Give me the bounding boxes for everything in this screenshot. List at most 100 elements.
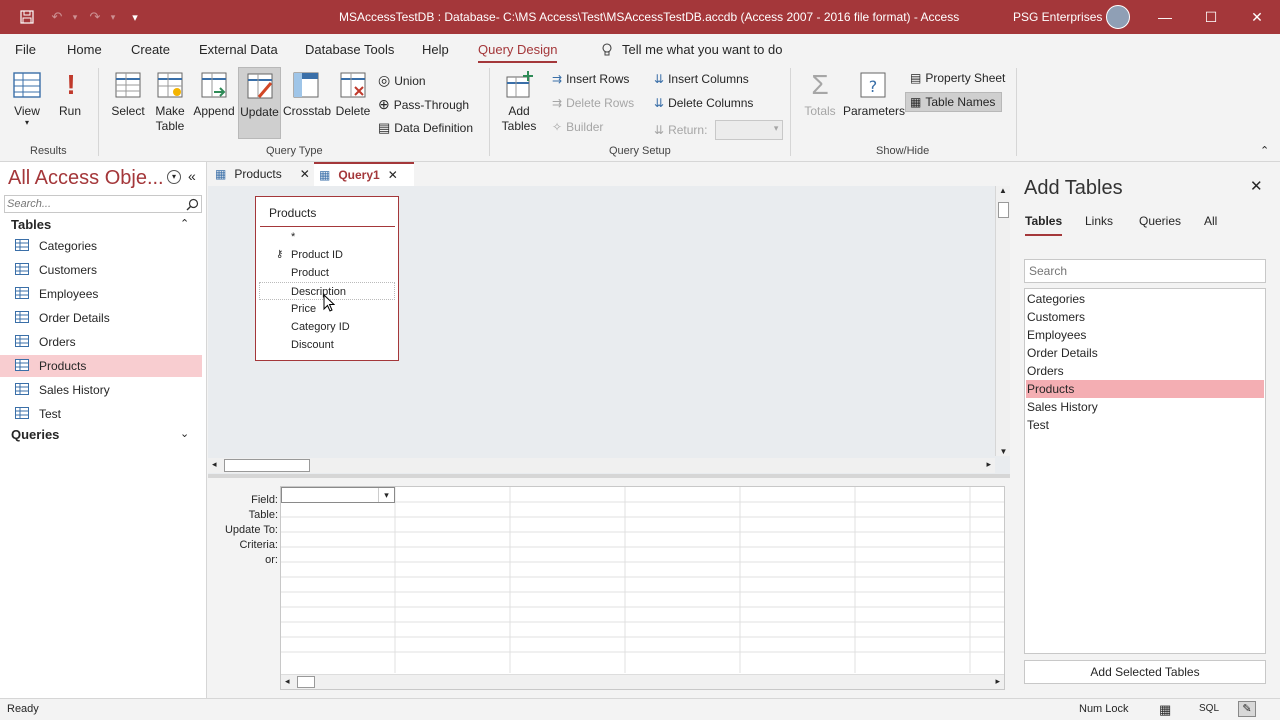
undo-icon[interactable]: ↶ <box>48 8 66 26</box>
property-sheet-button[interactable]: ▤ Property Sheet <box>910 71 1005 85</box>
pane-table-item[interactable]: Categories <box>1026 290 1264 308</box>
delete-query-button[interactable]: Delete <box>333 70 373 118</box>
collapse-ribbon-icon[interactable]: ⌃ <box>1260 144 1269 157</box>
chevron-down-icon[interactable]: ⌄ <box>180 427 189 440</box>
save-icon[interactable] <box>18 8 36 26</box>
parameters-button[interactable]: ? Parameters <box>843 70 905 118</box>
scroll-down-icon[interactable]: ▼ <box>996 447 1011 456</box>
query-design-area[interactable]: Products * ⚷ Product ID Product Description P… <box>208 186 1010 476</box>
builder-button[interactable]: ✧ Builder <box>552 120 603 134</box>
nav-table-item[interactable]: Employees <box>0 283 202 305</box>
redo-dropdown-icon[interactable]: ▾ <box>104 8 122 26</box>
pass-through-button[interactable]: ⊕ Pass-Through <box>378 96 469 113</box>
vertical-scrollbar[interactable]: ▲ ▼ <box>995 186 1010 456</box>
horizontal-scrollbar[interactable]: ◂ ▸ <box>208 458 995 473</box>
doc-tab-query1[interactable]: ▦ Query1 ✕ <box>314 162 414 186</box>
queries-header[interactable]: Queries <box>11 427 59 442</box>
insert-rows-button[interactable]: ⇉ Insert Rows <box>552 72 629 86</box>
nav-menu-icon[interactable]: ▾ <box>167 170 181 184</box>
close-pane-icon[interactable]: ✕ <box>1250 177 1263 195</box>
scroll-thumb[interactable] <box>998 202 1009 218</box>
field-item[interactable]: Category ID <box>256 318 396 336</box>
data-definition-button[interactable]: ▤ Data Definition <box>378 120 473 136</box>
close-window-icon[interactable]: ✕ <box>1234 0 1280 34</box>
field-dropdown[interactable]: ▾ <box>281 487 395 503</box>
tab-query-design[interactable]: Query Design <box>478 42 558 63</box>
pane-table-item[interactable]: Sales History <box>1026 398 1264 416</box>
tab-create[interactable]: Create <box>131 42 170 57</box>
pane-tab-all[interactable]: All <box>1204 214 1217 228</box>
field-item[interactable]: Product <box>256 264 396 282</box>
nav-table-item[interactable]: Customers <box>0 259 202 281</box>
add-selected-tables-button[interactable]: Add Selected Tables <box>1024 660 1266 684</box>
add-tables-button[interactable]: Add Tables <box>500 70 538 134</box>
scroll-thumb[interactable] <box>297 676 315 688</box>
tab-external-data[interactable]: External Data <box>199 42 278 57</box>
maximize-icon[interactable]: ☐ <box>1188 0 1234 34</box>
design-grid[interactable]: ▾ ◂ ▸ <box>280 486 1005 690</box>
crosstab-button[interactable]: Crosstab <box>283 70 331 118</box>
close-tab-icon[interactable]: ✕ <box>300 167 310 181</box>
pane-tab-tables[interactable]: Tables <box>1025 214 1063 236</box>
nav-search-box[interactable] <box>4 195 202 213</box>
delete-rows-button[interactable]: ⇉ Delete Rows <box>552 96 634 110</box>
datasheet-view-icon[interactable]: ▦ <box>1159 702 1171 718</box>
field-item[interactable]: * <box>256 228 396 246</box>
tab-file[interactable]: File <box>15 42 36 57</box>
nav-table-item[interactable]: Orders <box>0 331 202 353</box>
customize-qat-icon[interactable]: ▾ <box>126 8 144 26</box>
sql-view-button[interactable]: SQL <box>1199 703 1219 714</box>
select-query-button[interactable]: Select <box>108 70 148 118</box>
doc-tab-products[interactable]: ▦ Products ✕ <box>208 162 313 186</box>
pane-tab-queries[interactable]: Queries <box>1139 214 1181 228</box>
collapse-nav-icon[interactable]: « <box>188 168 196 184</box>
scroll-left-icon[interactable]: ◂ <box>285 676 290 687</box>
run-button[interactable]: ! Run <box>56 70 84 119</box>
pane-search-input[interactable] <box>1024 259 1266 283</box>
totals-button[interactable]: Σ Totals <box>800 70 840 119</box>
scroll-left-icon[interactable]: ◂ <box>212 459 217 470</box>
update-button[interactable]: Update <box>238 67 281 139</box>
append-button[interactable]: Append <box>192 70 236 118</box>
pane-table-item[interactable]: Order Details <box>1026 344 1264 362</box>
tell-me-box[interactable]: Tell me what you want to do <box>600 42 782 57</box>
pane-table-item[interactable]: Orders <box>1026 362 1264 380</box>
nav-table-item[interactable]: Order Details <box>0 307 202 329</box>
user-name[interactable]: PSG Enterprises <box>1013 10 1102 24</box>
nav-search-input[interactable] <box>5 196 175 212</box>
undo-dropdown-icon[interactable]: ▾ <box>66 8 84 26</box>
nav-table-item[interactable]: Products <box>0 355 202 377</box>
design-view-icon[interactable]: ✎ <box>1238 701 1256 717</box>
scroll-right-icon[interactable]: ▸ <box>995 676 1000 687</box>
pane-table-item[interactable]: Employees <box>1026 326 1264 344</box>
chevron-up-icon[interactable]: ⌃ <box>180 217 189 230</box>
chevron-down-icon[interactable]: ▾ <box>378 488 394 502</box>
field-list[interactable]: Products * ⚷ Product ID Product Description P… <box>255 196 399 361</box>
view-button[interactable]: View ▾ <box>10 70 44 127</box>
pane-tab-links[interactable]: Links <box>1085 214 1113 228</box>
redo-icon[interactable]: ↷ <box>86 8 104 26</box>
tab-database-tools[interactable]: Database Tools <box>305 42 394 57</box>
delete-columns-button[interactable]: ⇊ Delete Columns <box>654 96 753 110</box>
pane-table-item[interactable]: Products <box>1026 380 1264 398</box>
scroll-up-icon[interactable]: ▲ <box>996 186 1010 195</box>
insert-columns-button[interactable]: ⇊ Insert Columns <box>654 72 749 86</box>
minimize-icon[interactable]: — <box>1142 0 1188 34</box>
table-list[interactable]: Categories Customers Employees Order Detail… <box>1024 288 1266 654</box>
field-item[interactable]: Discount <box>256 336 396 354</box>
return-dropdown[interactable]: ▾ <box>715 120 784 140</box>
nav-table-item[interactable]: Test <box>0 403 202 425</box>
tab-home[interactable]: Home <box>67 42 102 57</box>
scroll-thumb[interactable] <box>224 459 310 472</box>
close-tab-icon[interactable]: ✕ <box>388 168 398 182</box>
tab-help[interactable]: Help <box>422 42 449 57</box>
tables-header[interactable]: Tables <box>11 217 51 232</box>
pane-table-item[interactable]: Test <box>1026 416 1264 434</box>
nav-table-item[interactable]: Categories <box>0 235 202 257</box>
avatar[interactable] <box>1106 5 1130 29</box>
search-icon[interactable] <box>186 198 199 211</box>
table-names-button[interactable]: ▦ Table Names <box>905 92 1003 112</box>
scroll-right-icon[interactable]: ▸ <box>986 459 991 470</box>
union-button[interactable]: ◎ Union <box>378 72 426 89</box>
grid-horizontal-scrollbar[interactable]: ◂ ▸ <box>281 674 1004 689</box>
